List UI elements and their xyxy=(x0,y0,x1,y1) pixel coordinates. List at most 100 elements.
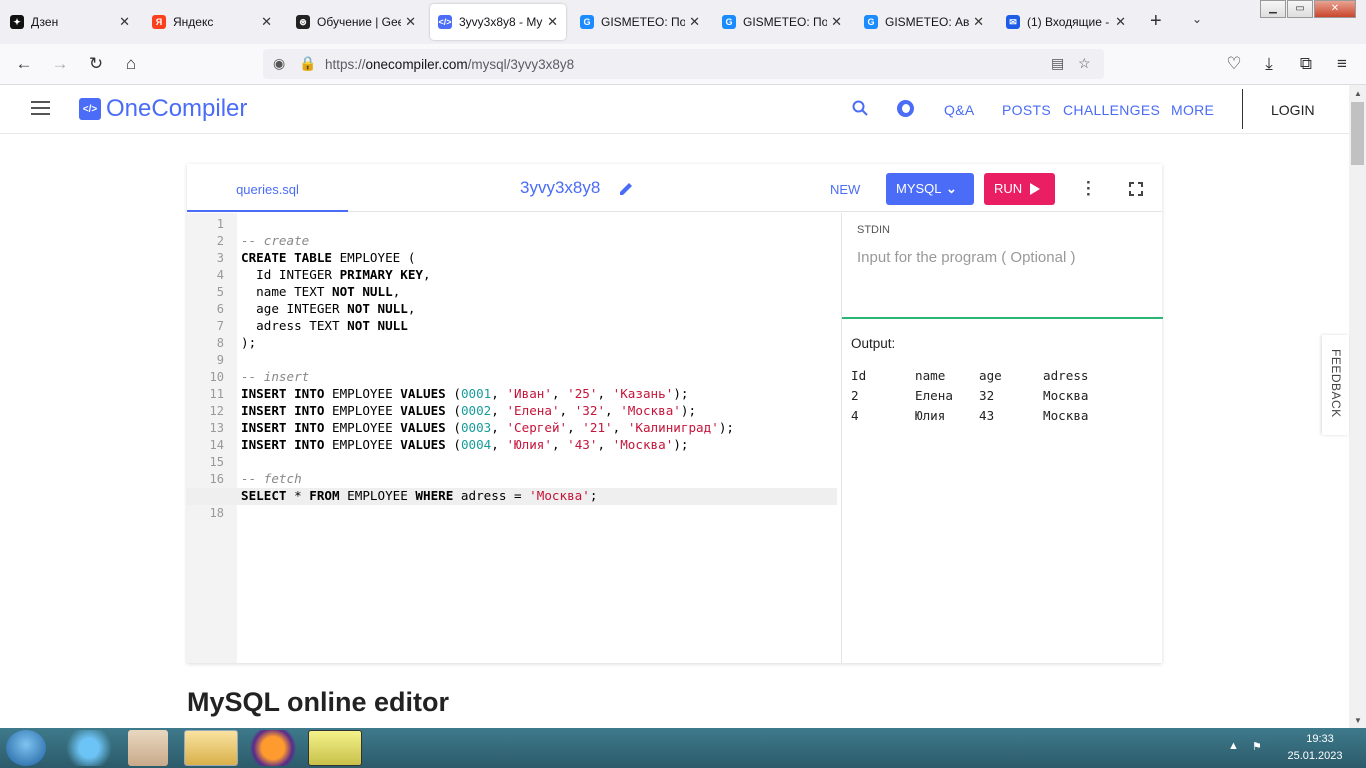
downloads-icon[interactable]: ⤓ xyxy=(1258,54,1280,74)
browser-tab[interactable]: G GISMETEO: Погода✕ xyxy=(714,4,850,40)
reload-icon[interactable]: ↻ xyxy=(85,54,107,74)
new-tab-button[interactable]: + xyxy=(1150,10,1162,33)
output-cell: 32 xyxy=(979,388,995,403)
mail-icon: ✉ xyxy=(1006,15,1020,29)
browser-tab[interactable]: </> 3yvy3x8y8 - MySQL ✕ xyxy=(430,4,566,40)
browser-tab[interactable]: Я Яндекс ✕ xyxy=(144,4,280,40)
login-link[interactable]: LOGIN xyxy=(1271,102,1315,118)
logo-text: OneCompiler xyxy=(106,95,248,122)
browser-tab[interactable]: ⊛ Обучение | GeekBrains✕ xyxy=(288,4,424,40)
code-line[interactable]: age INTEGER NOT NULL, xyxy=(241,301,415,316)
minimize-button[interactable]: ▁ xyxy=(1260,0,1286,18)
file-tab-queries[interactable]: queries.sql xyxy=(187,164,348,212)
more-options-icon[interactable]: · · · xyxy=(1086,174,1092,203)
close-tab-icon[interactable]: ✕ xyxy=(689,14,700,30)
tracking-protection-icon[interactable]: ◉ xyxy=(273,55,285,72)
code-line[interactable]: name TEXT NOT NULL, xyxy=(241,284,400,299)
list-all-tabs-button[interactable]: ⌄ xyxy=(1192,12,1202,26)
clock-time[interactable]: 19:33 xyxy=(1290,733,1350,745)
scrollbar-thumb[interactable] xyxy=(1351,102,1364,165)
close-tab-icon[interactable]: ✕ xyxy=(119,14,130,30)
browser-tab[interactable]: G GISMETEO: Автомобили✕ xyxy=(856,4,992,40)
nav-qa[interactable]: Q&A xyxy=(944,102,974,118)
edit-pencil-icon[interactable] xyxy=(618,181,634,197)
pocket-icon[interactable]: ♡ xyxy=(1223,54,1245,74)
scroll-up-icon[interactable]: ▲ xyxy=(1354,89,1362,98)
close-tab-icon[interactable]: ✕ xyxy=(405,14,416,30)
code-line[interactable]: adress TEXT NOT NULL xyxy=(241,318,408,333)
editor-card: queries.sql 3yvy3x8y8 NEW MYSQL ⌄ RUN · ·… xyxy=(187,164,1163,663)
line-number: 7 xyxy=(216,319,224,333)
solitaire-icon[interactable] xyxy=(128,730,168,766)
back-icon[interactable]: ← xyxy=(13,54,35,74)
code-line[interactable]: Id INTEGER PRIMARY KEY, xyxy=(241,267,430,282)
extensions-icon[interactable]: ⧉ xyxy=(1295,54,1317,74)
bookmark-star-icon[interactable]: ☆ xyxy=(1078,55,1091,72)
code-line[interactable]: -- insert xyxy=(241,369,309,384)
line-number: 8 xyxy=(216,336,224,350)
project-title[interactable]: 3yvy3x8y8 xyxy=(520,178,600,198)
browser-tab[interactable]: ✉ (1) Входящие - Почта ✕ xyxy=(998,4,1134,40)
line-number: 16 xyxy=(209,472,224,486)
feedback-button[interactable]: FEEDBACK xyxy=(1322,335,1349,435)
fullscreen-icon[interactable] xyxy=(1129,182,1143,196)
close-tab-icon[interactable]: ✕ xyxy=(1115,14,1126,30)
code-line[interactable]: -- create xyxy=(241,233,309,248)
close-tab-icon[interactable]: ✕ xyxy=(973,14,984,30)
clock-date[interactable]: 25.01.2023 xyxy=(1280,750,1350,762)
start-button-icon[interactable] xyxy=(6,730,46,766)
gismeteo-icon: G xyxy=(722,15,736,29)
theme-toggle-icon[interactable] xyxy=(897,100,914,117)
calendar-icon[interactable] xyxy=(308,730,362,766)
browser-tab-title: Обучение | GeekBrains xyxy=(317,15,402,29)
code-line[interactable]: SELECT * FROM EMPLOYEE WHERE adress = 'М… xyxy=(241,488,597,503)
new-button[interactable]: NEW xyxy=(830,182,860,197)
browser-nav-bar: ← → ↻ ⌂ ◉ 🔒 https://onecompiler.com/mysq… xyxy=(0,44,1366,85)
code-line[interactable]: INSERT INTO EMPLOYEE VALUES (0001, 'Иван… xyxy=(241,386,688,401)
onecompiler-logo[interactable]: </> OneCompiler xyxy=(79,95,247,123)
code-line[interactable]: INSERT INTO EMPLOYEE VALUES (0003, 'Серг… xyxy=(241,420,734,435)
code-line[interactable]: -- fetch xyxy=(241,471,302,486)
home-icon[interactable]: ⌂ xyxy=(120,54,142,74)
close-window-button[interactable]: ✕ xyxy=(1314,0,1356,18)
code-editor[interactable]: 123456789101112131415161718 -- createCRE… xyxy=(187,213,837,663)
browser-tab[interactable]: ✦ Дзен ✕ xyxy=(2,4,138,40)
action-center-flag-icon[interactable]: ⚑ xyxy=(1252,740,1262,753)
feedback-label: FEEDBACK xyxy=(1329,349,1343,418)
close-tab-icon[interactable]: ✕ xyxy=(547,14,558,30)
hamburger-menu-icon[interactable] xyxy=(31,101,50,115)
nav-more[interactable]: MORE xyxy=(1171,102,1214,118)
code-line[interactable]: ); xyxy=(241,335,256,350)
close-tab-icon[interactable]: ✕ xyxy=(261,14,272,30)
language-select-button[interactable]: MYSQL ⌄ xyxy=(886,173,974,205)
page-scrollbar[interactable]: ▲ ▼ xyxy=(1349,85,1366,728)
line-number: 11 xyxy=(209,387,224,401)
show-hidden-icons[interactable]: ▲ xyxy=(1228,740,1239,752)
stdin-input[interactable]: Input for the program ( Optional ) xyxy=(857,249,1075,266)
scroll-down-icon[interactable]: ▼ xyxy=(1354,716,1362,725)
dzen-icon: ✦ xyxy=(10,15,24,29)
code-line[interactable]: INSERT INTO EMPLOYEE VALUES (0002, 'Елен… xyxy=(241,403,696,418)
close-tab-icon[interactable]: ✕ xyxy=(831,14,842,30)
browser-tab-title: 3yvy3x8y8 - MySQL xyxy=(459,15,543,29)
forward-icon[interactable]: → xyxy=(49,54,71,74)
maximize-button[interactable]: ▭ xyxy=(1287,0,1313,18)
browser-tab-title: Яндекс xyxy=(173,15,214,29)
line-number: 12 xyxy=(209,404,224,418)
browser-tab[interactable]: G GISMETEO: Погода✕ xyxy=(572,4,708,40)
editor-toolbar: queries.sql 3yvy3x8y8 NEW MYSQL ⌄ RUN · ·… xyxy=(187,164,1162,212)
firefox-icon[interactable] xyxy=(246,730,300,766)
run-label: RUN xyxy=(994,181,1023,196)
address-bar[interactable]: ◉ 🔒 https://onecompiler.com/mysql/3yvy3x… xyxy=(263,49,1104,79)
nav-posts[interactable]: POSTS xyxy=(1002,102,1051,118)
lock-icon[interactable]: 🔒 xyxy=(299,55,316,72)
nav-challenges[interactable]: CHALLENGES xyxy=(1063,102,1160,118)
app-menu-icon[interactable]: ≡ xyxy=(1331,54,1353,74)
search-icon[interactable] xyxy=(852,100,868,116)
code-line[interactable]: CREATE TABLE EMPLOYEE ( xyxy=(241,250,415,265)
reader-view-icon[interactable]: ▤ xyxy=(1051,55,1064,72)
run-button[interactable]: RUN xyxy=(984,173,1055,205)
code-line[interactable]: INSERT INTO EMPLOYEE VALUES (0004, 'Юлия… xyxy=(241,437,688,452)
file-explorer-icon[interactable] xyxy=(184,730,238,766)
internet-explorer-icon[interactable] xyxy=(62,730,116,766)
